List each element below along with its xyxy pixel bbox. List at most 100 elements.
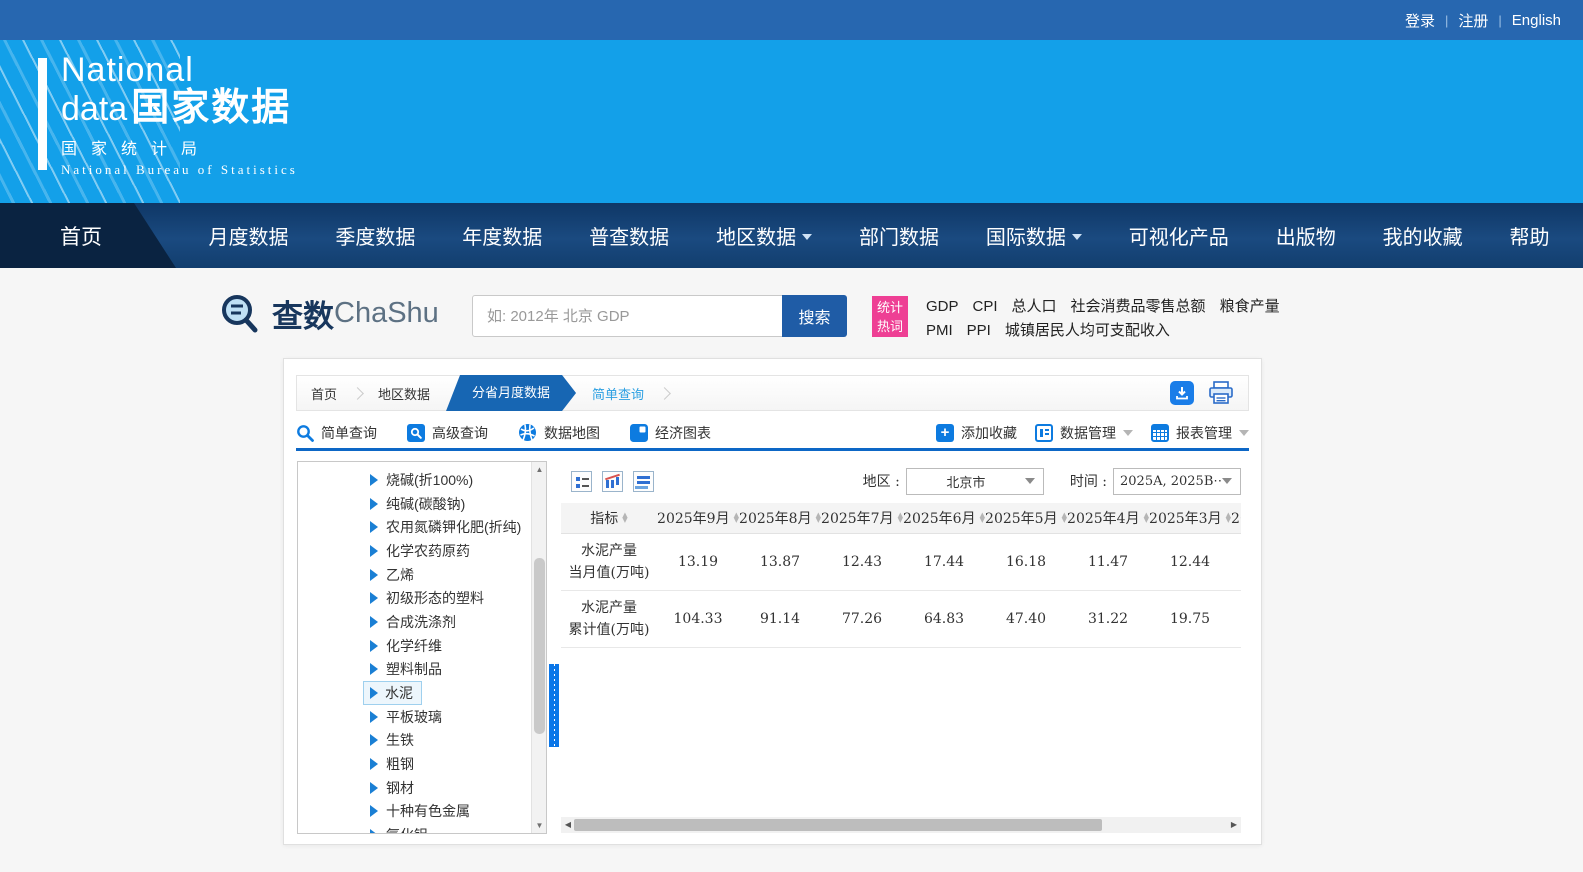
tree-expand-icon[interactable] [370, 687, 378, 700]
tree-item-水泥[interactable]: 水泥 [298, 681, 531, 706]
breadcrumb-simple-query[interactable]: 简单查询 [578, 384, 658, 403]
nav-item-我的收藏[interactable]: 我的收藏 [1383, 221, 1463, 250]
column-header-2025年2月[interactable]: 2025年2月▲▼ [1231, 508, 1241, 528]
search-button[interactable]: 搜索 [782, 295, 847, 337]
tree-item-初级形态的塑料[interactable]: 初级形态的塑料 [298, 586, 531, 610]
tree-item-塑料制品[interactable]: 塑料制品 [298, 658, 531, 682]
hot-word-link[interactable]: PMI [926, 322, 953, 339]
tree-expand-icon[interactable] [370, 758, 378, 771]
sidebar-scrollbar-thumb[interactable] [534, 558, 545, 734]
tree-item-平板玻璃[interactable]: 平板玻璃 [298, 705, 531, 729]
tree-expand-icon[interactable] [370, 592, 378, 605]
nav-item-季度数据[interactable]: 季度数据 [335, 221, 415, 250]
chevron-down-icon [1123, 429, 1133, 436]
hot-word-link[interactable]: GDP [926, 298, 959, 315]
tree-expand-icon[interactable] [370, 544, 378, 557]
sidebar-scrollbar[interactable]: ▲ ▼ [531, 462, 546, 833]
national-data-logo[interactable]: National data 国家数据 国家统计局 National Bureau… [38, 52, 298, 178]
tool-economic-chart[interactable]: 经济图表 [630, 423, 711, 443]
tree-expand-icon[interactable] [370, 710, 378, 723]
table-view-icon[interactable] [571, 470, 592, 492]
column-header-2025年8月[interactable]: 2025年8月 ▲ ▼ [739, 508, 821, 528]
print-icon[interactable] [1208, 381, 1234, 405]
scroll-right-icon[interactable]: ▶ [1227, 817, 1241, 833]
nav-item-帮助[interactable]: 帮助 [1510, 221, 1550, 250]
hot-word-link[interactable]: 社会消费品零售总额 [1071, 298, 1206, 315]
hot-word-link[interactable]: 总人口 [1012, 298, 1057, 315]
tree-expand-icon[interactable] [370, 568, 378, 581]
nav-item-可视化产品[interactable]: 可视化产品 [1129, 221, 1229, 250]
tool-data-manage[interactable]: 数据管理 [1035, 423, 1133, 443]
tree-item-化学纤维[interactable]: 化学纤维 [298, 634, 531, 658]
tree-item-化学农药原药[interactable]: 化学农药原药 [298, 539, 531, 563]
tree-expand-icon[interactable] [370, 615, 378, 628]
breadcrumb-region-data[interactable]: 地区数据 [364, 384, 444, 403]
nav-item-地区数据[interactable]: 地区数据 [716, 221, 813, 250]
column-header-2025年9月[interactable]: 2025年9月 ▲ ▼ [657, 508, 739, 528]
tool-report-manage[interactable]: 报表管理 [1151, 423, 1249, 443]
time-select[interactable]: 2025A, 2025B⋯ [1113, 467, 1241, 495]
column-header-指标[interactable]: 指标 ▲ ▼ [561, 508, 657, 528]
hot-word-link[interactable]: 粮食产量 [1220, 298, 1280, 315]
tree-item-氧化铝[interactable]: 氧化铝 [298, 823, 531, 833]
nav-item-年度数据[interactable]: 年度数据 [462, 221, 542, 250]
tree-item-合成洗涤剂[interactable]: 合成洗涤剂 [298, 610, 531, 634]
tree-expand-icon[interactable] [370, 734, 378, 747]
breadcrumb-province-monthly-active[interactable]: 分省月度数据 [446, 375, 576, 411]
nav-item-月度数据[interactable]: 月度数据 [208, 221, 288, 250]
column-header-2025年3月[interactable]: 2025年3月 ▲ ▼ [1149, 508, 1231, 528]
splitter-handle[interactable] [549, 664, 559, 747]
column-header-2025年7月[interactable]: 2025年7月 ▲ ▼ [821, 508, 903, 528]
tree-item-生铁[interactable]: 生铁 [298, 729, 531, 753]
tool-simple-query[interactable]: 简单查询 [296, 423, 377, 443]
tree-item-农用氮磷钾化肥(折纯)[interactable]: 农用氮磷钾化肥(折纯) [298, 515, 531, 539]
tree-item-烧碱(折100%)[interactable]: 烧碱(折100%) [298, 468, 531, 492]
column-header-2025年4月[interactable]: 2025年4月 ▲ ▼ [1067, 508, 1149, 528]
tree-item-乙烯[interactable]: 乙烯 [298, 563, 531, 587]
nav-item-部门数据[interactable]: 部门数据 [859, 221, 939, 250]
nav-item-出版物[interactable]: 出版物 [1276, 221, 1336, 250]
nav-item-国际数据[interactable]: 国际数据 [986, 221, 1082, 250]
tree-expand-icon[interactable] [370, 521, 378, 534]
sort-icons[interactable]: ▲ ▼ [622, 512, 627, 524]
download-icon[interactable] [1170, 381, 1194, 405]
pie-chart-view-icon[interactable] [664, 470, 686, 492]
hbar-chart-view-icon[interactable] [633, 470, 654, 492]
tree-expand-icon[interactable] [370, 829, 378, 833]
tool-advanced-query[interactable]: 高级查询 [407, 423, 488, 443]
tree-item-纯碱(碳酸钠)[interactable]: 纯碱(碳酸钠) [298, 492, 531, 516]
column-header-2025年5月[interactable]: 2025年5月 ▲ ▼ [985, 508, 1067, 528]
tree-expand-icon[interactable] [370, 781, 378, 794]
horizontal-scrollbar-thumb[interactable] [574, 819, 1102, 831]
scroll-down-icon[interactable]: ▼ [532, 818, 546, 833]
nav-item-home[interactable]: 首页 [0, 203, 176, 268]
tree-expand-icon[interactable] [370, 473, 378, 486]
tree-expand-icon[interactable] [370, 639, 378, 652]
bar-chart-view-icon[interactable] [602, 470, 623, 492]
tool-add-favorite[interactable]: + 添加收藏 [936, 423, 1017, 443]
tool-label: 经济图表 [655, 424, 711, 441]
search-input[interactable] [473, 296, 782, 336]
region-select[interactable]: 北京市 [905, 467, 1044, 495]
tree-item-十种有色金属[interactable]: 十种有色金属 [298, 800, 531, 824]
tree-expand-icon[interactable] [370, 663, 378, 676]
column-header-2025年6月[interactable]: 2025年6月 ▲ ▼ [903, 508, 985, 528]
scroll-left-icon[interactable]: ◀ [561, 817, 575, 833]
nav-item-普查数据[interactable]: 普查数据 [589, 221, 669, 250]
english-link[interactable]: English [1512, 12, 1561, 29]
login-link[interactable]: 登录 [1405, 10, 1435, 31]
breadcrumb-home[interactable]: 首页 [297, 384, 351, 403]
tool-data-map[interactable]: 数据地图 [518, 423, 600, 443]
tree-item-钢材[interactable]: 钢材 [298, 776, 531, 800]
logo-vertical-bar [38, 58, 47, 170]
scroll-up-icon[interactable]: ▲ [532, 462, 546, 477]
hot-word-link[interactable]: PPI [967, 322, 991, 339]
tree-expand-icon[interactable] [370, 497, 378, 510]
hot-word-link[interactable]: 城镇居民人均可支配收入 [1005, 322, 1170, 339]
tree-item-粗钢[interactable]: 粗钢 [298, 752, 531, 776]
time-label: 时间 : [1069, 474, 1107, 490]
horizontal-scrollbar[interactable]: ◀ ▶ [561, 817, 1241, 833]
register-link[interactable]: 注册 [1458, 10, 1488, 31]
tree-expand-icon[interactable] [370, 805, 378, 818]
hot-word-link[interactable]: CPI [973, 298, 998, 315]
